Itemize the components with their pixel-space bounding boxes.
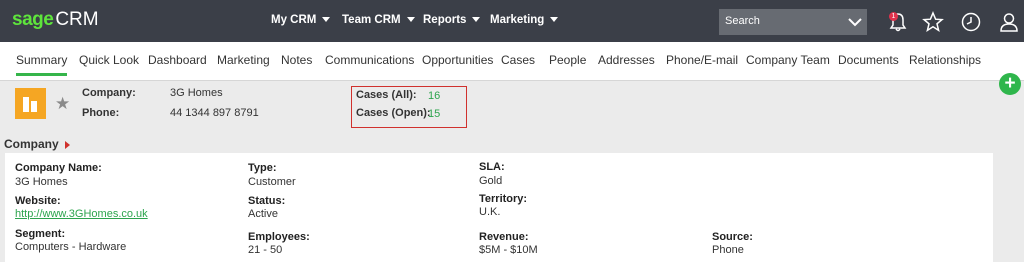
phone-value: 44 1344 897 8791 — [170, 107, 259, 119]
tab-documents[interactable]: Documents — [838, 53, 899, 67]
star-icon — [922, 11, 944, 33]
add-new-button[interactable]: + — [999, 73, 1021, 95]
sage-crm-logo[interactable]: sage CRM — [12, 9, 99, 31]
revenue-value: $5M - $10M — [479, 244, 538, 256]
tab-relationships[interactable]: Relationships — [909, 53, 981, 67]
expand-arrow-icon — [64, 140, 70, 149]
tab-opportunities[interactable]: Opportunities — [422, 53, 493, 67]
segment-label: Segment: — [15, 228, 66, 240]
chevron-down-icon — [848, 18, 862, 27]
tab-quick-look[interactable]: Quick Look — [79, 53, 139, 67]
tab-marketing[interactable]: Marketing — [217, 53, 270, 67]
clock-icon — [961, 12, 981, 32]
menu-my-crm-label: My CRM — [271, 14, 317, 26]
employees-value: 21 - 50 — [248, 244, 283, 256]
territory-value: U.K. — [479, 206, 501, 218]
menu-team-crm-label: Team CRM — [342, 14, 401, 26]
tab-communications[interactable]: Communications — [325, 53, 414, 67]
logo-sage-text: sage — [12, 9, 54, 30]
tab-summary[interactable]: Summary — [16, 53, 68, 76]
cases-open-value[interactable]: 15 — [428, 108, 440, 120]
status-label: Status: — [248, 195, 286, 207]
search-input[interactable]: Search — [725, 15, 760, 27]
territory-label: Territory: — [479, 193, 528, 205]
menu-marketing-label: Marketing — [490, 14, 545, 26]
sla-value: Gold — [479, 175, 503, 187]
website-link[interactable]: http://www.3GHomes.co.uk — [15, 208, 148, 220]
building-icon — [23, 97, 37, 112]
logo-crm-text: CRM — [55, 9, 99, 30]
website-label: Website: — [15, 195, 61, 207]
user-icon — [1000, 13, 1018, 32]
company-name-label: Company Name: — [15, 162, 102, 174]
tab-addresses[interactable]: Addresses — [598, 53, 655, 67]
type-value: Customer — [248, 176, 296, 188]
tab-bar: Summary Quick Look Dashboard Marketing N… — [0, 42, 1024, 81]
tab-people[interactable]: People — [549, 53, 586, 67]
segment-value: Computers - Hardware — [15, 241, 127, 253]
phone-label: Phone: — [82, 107, 120, 119]
top-bar: sage CRM My CRM Team CRM Reports Marketin… — [0, 0, 1024, 42]
source-value: Phone — [712, 244, 744, 256]
sla-label: SLA: — [479, 161, 505, 173]
source-label: Source: — [712, 231, 753, 243]
tab-dashboard[interactable]: Dashboard — [148, 53, 207, 67]
employees-label: Employees: — [248, 231, 310, 243]
status-value: Active — [248, 208, 278, 220]
recent-button[interactable] — [960, 11, 982, 33]
search-box[interactable]: Search — [719, 9, 867, 35]
favourites-button[interactable] — [922, 11, 944, 33]
notification-badge: 1 — [889, 12, 898, 21]
search-dropdown-button[interactable] — [843, 9, 867, 35]
chevron-down-icon — [472, 17, 481, 23]
tab-notes[interactable]: Notes — [281, 53, 312, 67]
chevron-down-icon — [406, 17, 415, 23]
user-menu-button[interactable] — [998, 11, 1020, 33]
menu-team-crm[interactable]: Team CRM — [342, 14, 415, 26]
menu-marketing[interactable]: Marketing — [490, 14, 559, 26]
chevron-down-icon — [322, 17, 331, 23]
favourite-star-icon[interactable]: ★ — [55, 94, 70, 114]
tab-cases[interactable]: Cases — [501, 53, 535, 67]
tab-phone-email[interactable]: Phone/E-mail — [666, 53, 738, 67]
menu-reports[interactable]: Reports — [423, 14, 481, 26]
cases-all-value[interactable]: 16 — [428, 90, 440, 102]
company-icon — [15, 88, 46, 119]
company-section-title: Company — [4, 137, 59, 151]
type-label: Type: — [248, 162, 277, 174]
company-name-value: 3G Homes — [15, 176, 68, 188]
company-details-panel: Company Name: 3G Homes Type: Customer SL… — [5, 153, 993, 262]
cases-all-label: Cases (All): — [356, 89, 417, 101]
cases-open-label: Cases (Open): — [356, 107, 431, 119]
menu-reports-label: Reports — [423, 14, 467, 26]
tab-company-team[interactable]: Company Team — [746, 53, 830, 67]
company-value: 3G Homes — [170, 87, 223, 99]
menu-my-crm[interactable]: My CRM — [271, 14, 331, 26]
chevron-down-icon — [550, 17, 559, 23]
company-label: Company: — [82, 87, 136, 99]
company-section-header[interactable]: Company — [4, 137, 70, 151]
revenue-label: Revenue: — [479, 231, 529, 243]
